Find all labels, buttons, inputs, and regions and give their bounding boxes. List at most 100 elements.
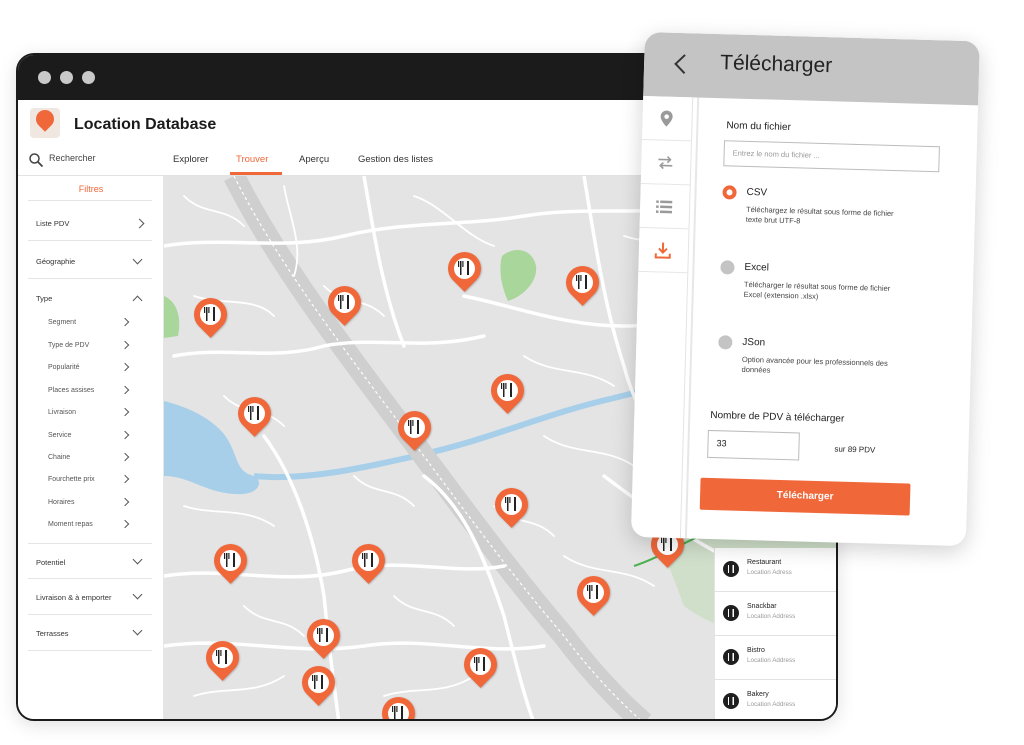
count-total: sur 89 PDV [834, 444, 876, 455]
filter-type[interactable]: Type [36, 294, 52, 303]
restaurant-pin-icon[interactable] [457, 641, 504, 688]
filter-sub-type-de-pdv[interactable]: Type de PDV [48, 342, 89, 349]
filter-sub-livraison[interactable]: Livraison [48, 409, 76, 416]
restaurant-pin-icon[interactable] [295, 659, 342, 706]
window-dot-close[interactable] [38, 71, 51, 84]
chevron-right-icon[interactable] [120, 385, 130, 395]
restaurant-pin-icon[interactable] [559, 259, 606, 306]
tab-apercu[interactable]: Aperçu [299, 154, 329, 165]
rail-location[interactable] [641, 95, 694, 142]
restaurant-icon [723, 693, 739, 709]
divider [28, 614, 152, 615]
filters-sidebar: Filtres Liste PDV Géographie Type Segmen… [18, 176, 164, 719]
filter-livraison-a-emporter[interactable]: Livraison & à emporter [36, 593, 111, 602]
restaurant-pin-icon[interactable] [391, 404, 438, 451]
window-dot-minimize[interactable] [60, 71, 73, 84]
restaurant-pin-icon[interactable] [441, 245, 488, 292]
restaurant-pin-icon[interactable] [187, 291, 234, 338]
chevron-down-icon[interactable] [132, 254, 143, 265]
panel-header: Télécharger [643, 32, 980, 106]
park-shape [500, 250, 537, 301]
restaurant-pin-icon[interactable] [488, 481, 535, 528]
list-item[interactable]: Snackbar Location Address [715, 592, 836, 636]
chevron-right-icon[interactable] [120, 317, 130, 327]
restaurant-pin-icon[interactable] [207, 537, 254, 584]
chevron-right-icon[interactable] [120, 474, 130, 484]
filter-sub-fourchette-prix[interactable]: Fourchette prix [48, 476, 95, 483]
option-desc-excel: Télécharger le résultat sous forme de fi… [743, 279, 891, 301]
filter-liste-pdv[interactable]: Liste PDV [36, 219, 69, 228]
chevron-right-icon[interactable] [120, 430, 130, 440]
filter-sub-segment[interactable]: Segment [48, 319, 76, 326]
location-address: Location Address [747, 701, 796, 708]
rail-list[interactable] [639, 183, 691, 230]
logo-pin-icon [32, 106, 58, 132]
list-icon [655, 200, 673, 214]
rail-download[interactable] [638, 227, 690, 274]
chevron-right-icon[interactable] [120, 407, 130, 417]
count-input[interactable]: 33 [707, 429, 800, 461]
filter-terrasses[interactable]: Terrasses [36, 629, 69, 638]
option-title-csv: CSV [746, 186, 768, 199]
download-panel: Télécharger Nom du fichier Entrez le nom… [630, 32, 980, 547]
tab-trouver[interactable]: Trouver [236, 154, 268, 165]
list-item[interactable]: Restaurant Location Adress [715, 548, 836, 592]
restaurant-pin-icon[interactable] [231, 390, 278, 437]
restaurant-icon [723, 561, 739, 577]
restaurant-icon [723, 649, 739, 665]
app-logo [30, 106, 60, 138]
radio-csv[interactable] [722, 185, 737, 200]
filter-sub-service[interactable]: Service [48, 432, 71, 439]
search-label[interactable]: Rechercher [49, 153, 96, 163]
chevron-right-icon[interactable] [120, 340, 130, 350]
location-name: Snackbar [747, 603, 777, 610]
filter-sub-places-assises[interactable]: Places assises [48, 387, 94, 394]
tab-explorer[interactable]: Explorer [173, 154, 208, 165]
location-address: Location Address [747, 657, 796, 664]
filename-input[interactable]: Entrez le nom du fichier ... [723, 140, 940, 173]
search-icon[interactable] [28, 152, 44, 168]
restaurant-pin-icon[interactable] [375, 690, 422, 719]
list-item[interactable]: Bistro Location Address [715, 636, 836, 680]
chevron-left-icon[interactable] [674, 54, 695, 75]
chevron-up-icon[interactable] [132, 295, 143, 306]
option-desc-json: Option avancée pour les professionnels d… [741, 354, 888, 375]
filter-sub-horaires[interactable]: Horaires [48, 499, 74, 506]
radio-excel[interactable] [720, 260, 735, 275]
count-label: Nombre de PDV à télécharger [710, 409, 845, 425]
list-item[interactable]: Bakery Location Address [715, 680, 836, 719]
restaurant-icon [723, 605, 739, 621]
rail-swap[interactable] [640, 139, 692, 186]
download-button[interactable]: Télécharger [699, 477, 911, 516]
app-title: Location Database [74, 116, 217, 133]
chevron-down-icon[interactable] [132, 625, 143, 636]
chevron-right-icon[interactable] [120, 362, 130, 372]
download-icon [654, 242, 671, 259]
tab-gestion-des-listes[interactable]: Gestion des listes [358, 154, 433, 165]
window-dot-maximize[interactable] [82, 71, 95, 84]
chevron-right-icon[interactable] [120, 519, 130, 529]
restaurant-pin-icon[interactable] [300, 612, 347, 659]
restaurant-pin-icon[interactable] [199, 634, 246, 681]
chevron-right-icon[interactable] [120, 497, 130, 507]
divider [28, 578, 152, 579]
chevron-right-icon[interactable] [134, 218, 145, 229]
filter-sub-moment-repas[interactable]: Moment repas [48, 521, 93, 528]
filter-sub-chaine[interactable]: Chaine [48, 454, 70, 461]
location-name: Bistro [747, 647, 765, 654]
chevron-down-icon[interactable] [132, 589, 143, 600]
panel-body: Nom du fichier Entrez le nom du fichier … [687, 98, 978, 547]
chevron-down-icon[interactable] [132, 554, 143, 565]
restaurant-pin-icon[interactable] [484, 367, 531, 414]
radio-json[interactable] [718, 335, 733, 350]
chevron-right-icon[interactable] [120, 452, 130, 462]
restaurant-pin-icon[interactable] [345, 537, 392, 584]
filter-sub-popularite[interactable]: Popularité [48, 364, 80, 371]
restaurant-pin-icon[interactable] [570, 569, 617, 616]
filter-geographie[interactable]: Géographie [36, 257, 75, 266]
restaurant-pin-icon[interactable] [321, 279, 368, 326]
active-tab-indicator [230, 172, 282, 175]
location-address: Location Adress [747, 569, 792, 576]
divider [28, 278, 152, 279]
filter-potentiel[interactable]: Potentiel [36, 558, 65, 567]
